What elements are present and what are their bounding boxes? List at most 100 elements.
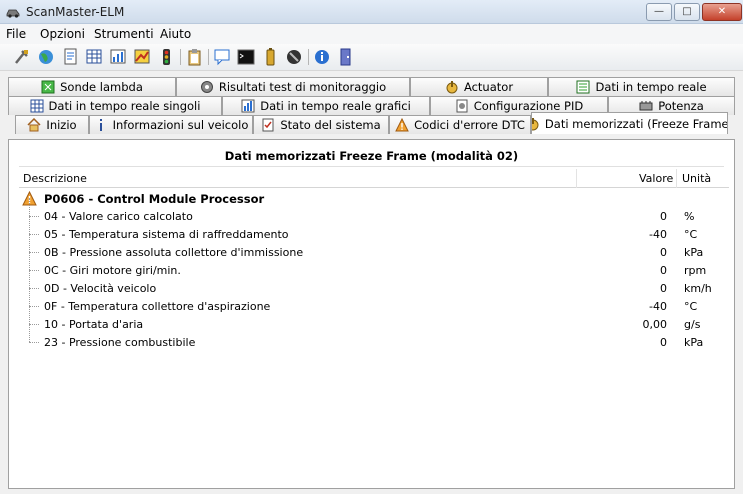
row-unit: °C xyxy=(684,300,698,313)
bar-chart-icon xyxy=(241,99,255,113)
tree-line xyxy=(29,252,39,253)
row-description: 0C - Giri motore giri/min. xyxy=(44,264,181,277)
tab-dati-memorizzati[interactable]: Dati memorizzati (Freeze Frame) xyxy=(531,112,728,134)
toolbar-separator xyxy=(180,49,181,65)
exit-door-icon[interactable] xyxy=(336,48,356,66)
tab-label: Sonde lambda xyxy=(60,80,143,94)
table-row[interactable]: 0C - Giri motore giri/min. 0 rpm xyxy=(19,252,729,280)
tree-line xyxy=(29,270,30,288)
freeze-frame-icon xyxy=(532,117,539,130)
battery-icon[interactable] xyxy=(260,48,280,66)
row-description: 0B - Pressione assoluta collettore d'imm… xyxy=(44,246,304,259)
table-icon[interactable] xyxy=(84,48,104,66)
row-unit: rpm xyxy=(684,264,707,277)
column-unit[interactable]: Unità xyxy=(682,172,711,185)
row-description: 0F - Temperatura collettore d'aspirazion… xyxy=(44,300,271,313)
tab-dati-grafici[interactable]: Dati in tempo reale grafici xyxy=(222,96,430,115)
close-button[interactable]: ✕ xyxy=(702,3,742,21)
lambda-sensor-icon xyxy=(41,80,55,94)
list-icon xyxy=(576,80,590,94)
row-unit: km/h xyxy=(684,282,712,295)
tree-line xyxy=(29,270,39,271)
panel-title: Dati memorizzati Freeze Frame (modalità … xyxy=(19,145,724,167)
column-description[interactable]: Descrizione xyxy=(23,172,87,185)
row-value: 0 xyxy=(660,282,667,295)
table-icon xyxy=(30,99,44,113)
row-description: 10 - Portata d'aria xyxy=(44,318,144,331)
document-icon[interactable] xyxy=(60,48,80,66)
row-value: -40 xyxy=(649,228,667,241)
globe-icon[interactable] xyxy=(36,48,56,66)
tree-line xyxy=(29,288,39,289)
tree-line xyxy=(29,252,30,270)
tab-label: Inizio xyxy=(46,118,77,132)
tab-informazioni-veicolo[interactable]: Informazioni sul veicolo xyxy=(89,115,253,134)
dtc-group-label: P0606 - Control Module Processor xyxy=(44,192,265,206)
row-value: 0 xyxy=(660,210,667,223)
menu-aiuto[interactable]: Aiuto xyxy=(160,27,191,41)
checklist-icon xyxy=(262,118,274,132)
tab-dati-singoli[interactable]: Dati in tempo reale singoli xyxy=(8,96,222,115)
info-icon xyxy=(99,119,102,131)
tab-label: Actuator xyxy=(463,80,514,94)
tree-line xyxy=(29,288,30,306)
terminal-icon[interactable] xyxy=(236,48,256,66)
row-unit: kPa xyxy=(684,246,704,259)
row-value: 0 xyxy=(660,246,667,259)
toolbar-separator xyxy=(308,49,309,65)
row-description: 23 - Pressione combustibile xyxy=(44,336,196,349)
table-row[interactable]: 23 - Pressione combustibile 0 kPa xyxy=(19,324,729,352)
minimize-button[interactable]: — xyxy=(646,3,672,21)
tree-line xyxy=(29,234,30,252)
column-header: Descrizione Valore Unità xyxy=(19,169,729,188)
gear-icon xyxy=(200,81,213,93)
menu-bar: File Opzioni Strumenti Aiuto xyxy=(0,24,743,44)
row-unit: % xyxy=(684,210,695,223)
table-row[interactable]: 0D - Velocità veicolo 0 km/h xyxy=(19,270,729,298)
table-row[interactable]: 10 - Portata d'aria 0,00 g/s xyxy=(19,306,729,334)
column-divider[interactable] xyxy=(676,169,677,188)
traffic-light-icon[interactable] xyxy=(156,48,176,66)
tab-label: Codici d'errore DTC xyxy=(414,118,525,132)
freeze-frame-panel: Dati memorizzati Freeze Frame (modalità … xyxy=(8,139,735,489)
menu-strumenti[interactable]: Strumenti xyxy=(94,27,154,41)
table-row[interactable]: 05 - Temperatura sistema di raffreddamen… xyxy=(19,216,729,244)
tab-risultati-test[interactable]: Risultati test di monitoraggio xyxy=(176,77,410,96)
column-divider[interactable] xyxy=(576,169,577,188)
title-bar: ScanMaster-ELM — □ ✕ xyxy=(0,0,743,24)
tab-label: Potenza xyxy=(658,99,704,113)
row-unit: kPa xyxy=(684,336,704,349)
color-chart-icon[interactable] xyxy=(132,48,152,66)
engine-icon xyxy=(639,101,653,111)
tab-sonde-lambda[interactable]: Sonde lambda xyxy=(8,77,176,96)
maximize-button[interactable]: □ xyxy=(674,3,700,21)
row-description: 04 - Valore carico calcolato xyxy=(44,210,193,223)
actuator-icon xyxy=(446,81,458,94)
tab-codici-errore-dtc[interactable]: Codici d'errore DTC xyxy=(389,115,531,134)
info-icon[interactable] xyxy=(312,48,332,66)
tab-dati-tempo-reale[interactable]: Dati in tempo reale xyxy=(548,77,735,96)
tree-line xyxy=(29,234,39,235)
tab-stato-sistema[interactable]: Stato del sistema xyxy=(253,115,389,134)
table-row[interactable]: 0F - Temperatura collettore d'aspirazion… xyxy=(19,288,729,316)
column-value[interactable]: Valore xyxy=(639,172,673,185)
table-row[interactable]: 0B - Pressione assoluta collettore d'imm… xyxy=(19,234,729,262)
bar-chart-icon[interactable] xyxy=(108,48,128,66)
menu-file[interactable]: File xyxy=(6,27,26,41)
row-description: 05 - Temperatura sistema di raffreddamen… xyxy=(44,228,289,241)
tab-actuator[interactable]: Actuator xyxy=(410,77,548,96)
table-row[interactable]: 04 - Valore carico calcolato 0 % xyxy=(19,198,729,226)
dtc-group-row[interactable]: P0606 - Control Module Processor xyxy=(19,190,729,208)
config-icon xyxy=(456,99,468,113)
stop-icon[interactable] xyxy=(284,48,304,66)
connect-plug-icon[interactable] xyxy=(12,48,32,66)
tree-line xyxy=(29,198,30,216)
clipboard-icon[interactable] xyxy=(184,48,204,66)
chat-icon[interactable] xyxy=(212,48,232,66)
menu-opzioni[interactable]: Opzioni xyxy=(40,27,85,41)
row-value: -40 xyxy=(649,300,667,313)
tab-inizio[interactable]: Inizio xyxy=(15,115,89,134)
tree-line xyxy=(29,216,30,234)
warning-icon xyxy=(395,118,409,132)
toolbar xyxy=(0,44,743,71)
